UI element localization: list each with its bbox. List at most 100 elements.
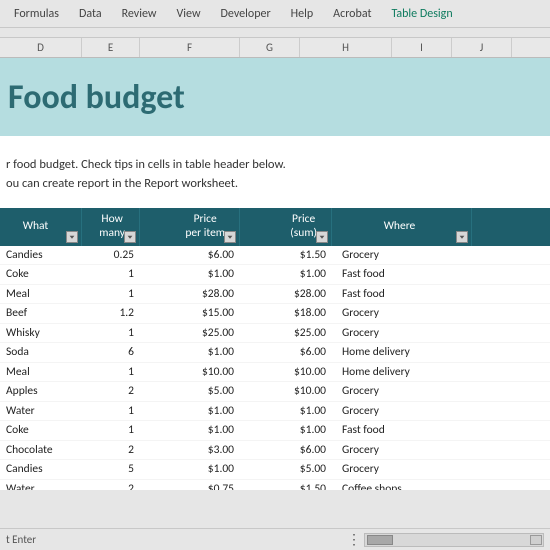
cell-where[interactable]: Fast food xyxy=(332,285,472,304)
cell-how-many[interactable]: 0.25 xyxy=(82,246,140,265)
cell-where[interactable]: Fast food xyxy=(332,421,472,440)
col-header-h[interactable]: H xyxy=(300,38,392,57)
th-price-sum[interactable]: Price (sum) xyxy=(240,208,332,246)
col-header-d[interactable]: D xyxy=(0,38,82,57)
table-row[interactable]: Chocolate2$3.00$6.00Grocery xyxy=(0,441,550,461)
cell-price-sum[interactable]: $18.00 xyxy=(240,304,332,323)
cell-price-sum[interactable]: $1.00 xyxy=(240,402,332,421)
cell-price-sum[interactable]: $28.00 xyxy=(240,285,332,304)
cell-how-many[interactable]: 2 xyxy=(82,382,140,401)
cell-price-sum[interactable]: $1.00 xyxy=(240,421,332,440)
cell-where[interactable]: Coffee shops xyxy=(332,480,472,491)
table-row[interactable]: Coke1$1.00$1.00Fast food xyxy=(0,265,550,285)
cell-what[interactable]: Candies xyxy=(0,460,82,479)
cell-price-sum[interactable]: $10.00 xyxy=(240,382,332,401)
cell-price-sum[interactable]: $5.00 xyxy=(240,460,332,479)
cell-where[interactable]: Home delivery xyxy=(332,343,472,362)
table-row[interactable]: Apples2$5.00$10.00Grocery xyxy=(0,382,550,402)
cell-price-sum[interactable]: $6.00 xyxy=(240,343,332,362)
cell-what[interactable]: Apples xyxy=(0,382,82,401)
worksheet[interactable]: Food budget r food budget. Check tips in… xyxy=(0,58,550,490)
cell-what[interactable]: Whisky xyxy=(0,324,82,343)
cell-where[interactable]: Grocery xyxy=(332,441,472,460)
cell-how-many[interactable]: 1 xyxy=(82,402,140,421)
cell-price-sum[interactable]: $10.00 xyxy=(240,363,332,382)
col-header-g[interactable]: G xyxy=(240,38,300,57)
table-row[interactable]: Candies0.25$6.00$1.50Grocery xyxy=(0,246,550,266)
cell-price-sum[interactable]: $1.50 xyxy=(240,480,332,491)
table-row[interactable]: Whisky1$25.00$25.00Grocery xyxy=(0,324,550,344)
tab-formulas[interactable]: Formulas xyxy=(4,3,69,25)
cell-price-per-item[interactable]: $1.00 xyxy=(140,343,240,362)
th-price-per-item[interactable]: Price per item xyxy=(140,208,240,246)
tab-table-design[interactable]: Table Design xyxy=(381,3,462,25)
cell-what[interactable]: Coke xyxy=(0,265,82,284)
cell-price-per-item[interactable]: $1.00 xyxy=(140,460,240,479)
scrollbar-arrow-right-icon[interactable] xyxy=(530,535,542,545)
cell-where[interactable]: Fast food xyxy=(332,265,472,284)
filter-dropdown-icon[interactable] xyxy=(456,231,468,243)
cell-how-many[interactable]: 1 xyxy=(82,363,140,382)
filter-dropdown-icon[interactable] xyxy=(124,231,136,243)
table-row[interactable]: Candies5$1.00$5.00Grocery xyxy=(0,460,550,480)
cell-price-per-item[interactable]: $6.00 xyxy=(140,246,240,265)
table-row[interactable]: Meal1$10.00$10.00Home delivery xyxy=(0,363,550,383)
cell-price-per-item[interactable]: $3.00 xyxy=(140,441,240,460)
cell-price-sum[interactable]: $6.00 xyxy=(240,441,332,460)
cell-how-many[interactable]: 5 xyxy=(82,460,140,479)
table-row[interactable]: Coke1$1.00$1.00Fast food xyxy=(0,421,550,441)
filter-dropdown-icon[interactable] xyxy=(316,231,328,243)
tab-acrobat[interactable]: Acrobat xyxy=(323,3,381,25)
cell-price-per-item[interactable]: $1.00 xyxy=(140,402,240,421)
th-how-many[interactable]: How many xyxy=(82,208,140,246)
cell-how-many[interactable]: 2 xyxy=(82,480,140,491)
cell-what[interactable]: Meal xyxy=(0,285,82,304)
scrollbar-thumb[interactable] xyxy=(367,535,393,545)
cell-price-per-item[interactable]: $5.00 xyxy=(140,382,240,401)
cell-what[interactable]: Meal xyxy=(0,363,82,382)
cell-where[interactable]: Grocery xyxy=(332,324,472,343)
col-header-e[interactable]: E xyxy=(82,38,140,57)
cell-how-many[interactable]: 1 xyxy=(82,324,140,343)
table-row[interactable]: Meal1$28.00$28.00Fast food xyxy=(0,285,550,305)
cell-price-per-item[interactable]: $10.00 xyxy=(140,363,240,382)
cell-price-per-item[interactable]: $0.75 xyxy=(140,480,240,491)
cell-price-per-item[interactable]: $28.00 xyxy=(140,285,240,304)
cell-where[interactable]: Grocery xyxy=(332,246,472,265)
cell-where[interactable]: Grocery xyxy=(332,402,472,421)
cell-price-sum[interactable]: $1.50 xyxy=(240,246,332,265)
cell-how-many[interactable]: 6 xyxy=(82,343,140,362)
cell-what[interactable]: Beef xyxy=(0,304,82,323)
cell-how-many[interactable]: 1.2 xyxy=(82,304,140,323)
col-header-f[interactable]: F xyxy=(140,38,240,57)
tab-review[interactable]: Review xyxy=(112,3,167,25)
tab-developer[interactable]: Developer xyxy=(211,3,281,25)
cell-what[interactable]: Soda xyxy=(0,343,82,362)
table-row[interactable]: Beef1.2$15.00$18.00Grocery xyxy=(0,304,550,324)
cell-how-many[interactable]: 2 xyxy=(82,441,140,460)
filter-dropdown-icon[interactable] xyxy=(224,231,236,243)
th-where[interactable]: Where xyxy=(332,208,472,246)
cell-how-many[interactable]: 1 xyxy=(82,265,140,284)
cell-how-many[interactable]: 1 xyxy=(82,421,140,440)
cell-price-per-item[interactable]: $25.00 xyxy=(140,324,240,343)
horizontal-scrollbar[interactable] xyxy=(364,533,544,547)
cell-where[interactable]: Grocery xyxy=(332,460,472,479)
col-header-i[interactable]: I xyxy=(392,38,452,57)
cell-how-many[interactable]: 1 xyxy=(82,285,140,304)
cell-what[interactable]: Chocolate xyxy=(0,441,82,460)
col-header-j[interactable]: J xyxy=(452,38,512,57)
th-what[interactable]: What xyxy=(0,208,82,246)
table-row[interactable]: Water1$1.00$1.00Grocery xyxy=(0,402,550,422)
tab-help[interactable]: Help xyxy=(281,3,324,25)
cell-where[interactable]: Home delivery xyxy=(332,363,472,382)
filter-dropdown-icon[interactable] xyxy=(66,231,78,243)
table-row[interactable]: Soda6$1.00$6.00Home delivery xyxy=(0,343,550,363)
cell-what[interactable]: Candies xyxy=(0,246,82,265)
cell-price-per-item[interactable]: $1.00 xyxy=(140,421,240,440)
tab-view[interactable]: View xyxy=(166,3,210,25)
table-row[interactable]: Water2$0.75$1.50Coffee shops xyxy=(0,480,550,491)
cell-where[interactable]: Grocery xyxy=(332,304,472,323)
cell-what[interactable]: Coke xyxy=(0,421,82,440)
tab-data[interactable]: Data xyxy=(69,3,112,25)
